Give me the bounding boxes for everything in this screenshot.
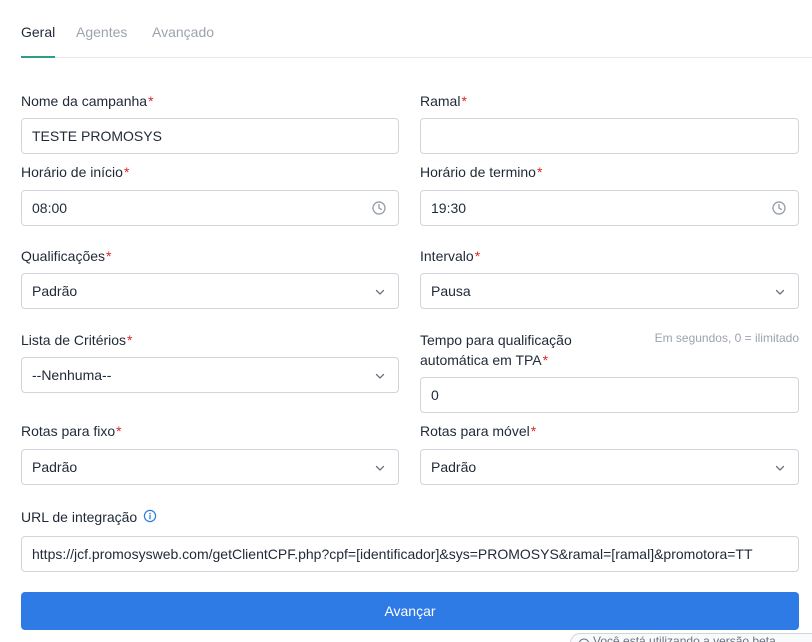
ramal-input[interactable] — [420, 118, 799, 154]
tempo-qualificacao-label: Tempo para qualificação automática em TP… — [420, 332, 572, 368]
horario-termino-input[interactable]: 19:30 — [420, 190, 799, 226]
info-icon[interactable] — [143, 509, 157, 523]
lista-criterios-label: Lista de Critérios* — [21, 332, 133, 348]
url-integracao-value: https://jcf.promosysweb.com/getClientCPF… — [32, 546, 753, 562]
qualificacoes-select[interactable]: Padrão — [21, 273, 399, 309]
required-marker: * — [461, 93, 467, 109]
horario-termino-label: Horário de termino* — [420, 164, 543, 180]
required-marker: * — [123, 164, 130, 180]
version-notice: Você está utilizando a versão beta — [570, 633, 812, 642]
horario-termino-value: 19:30 — [431, 200, 467, 216]
required-marker: * — [148, 93, 154, 109]
horario-inicio-input[interactable]: 08:00 — [21, 190, 399, 226]
required-marker: * — [474, 248, 481, 264]
url-integracao-input[interactable]: https://jcf.promosysweb.com/getClientCPF… — [21, 536, 799, 572]
chevron-down-icon — [775, 289, 785, 295]
tempo-qualificacao-hint: Em segundos, 0 = ilimitado — [654, 331, 799, 345]
tempo-qualificacao-input[interactable]: 0 — [420, 377, 799, 413]
info-icon — [578, 638, 590, 642]
tab-avancado[interactable]: Avançado — [152, 24, 214, 40]
intervalo-label: Intervalo* — [420, 248, 481, 264]
nome-campanha-label: Nome da campanha* — [21, 93, 154, 109]
qualificacoes-label: Qualificações* — [21, 248, 112, 264]
nome-campanha-value: TESTE PROMOSYS — [32, 128, 162, 144]
required-marker: * — [542, 352, 549, 368]
intervalo-value: Pausa — [431, 283, 471, 299]
rotas-movel-label: Rotas para móvel* — [420, 423, 537, 439]
tab-geral[interactable]: Geral — [21, 24, 55, 40]
lista-criterios-select[interactable]: --Nenhuma-- — [21, 357, 399, 393]
horario-inicio-label: Horário de início* — [21, 164, 130, 180]
qualificacoes-value: Padrão — [32, 283, 78, 299]
tab-bar: Geral Agentes Avançado — [21, 0, 812, 58]
active-tab-indicator — [21, 56, 55, 58]
tab-agentes[interactable]: Agentes — [76, 24, 127, 40]
chevron-down-icon — [775, 465, 785, 471]
chevron-down-icon — [375, 289, 385, 295]
nome-campanha-input[interactable]: TESTE PROMOSYS — [21, 118, 399, 154]
required-marker: * — [127, 332, 133, 348]
clock-icon[interactable] — [371, 200, 387, 216]
url-integracao-label: URL de integração — [21, 507, 157, 527]
rotas-fixo-value: Padrão — [32, 459, 78, 475]
rotas-movel-value: Padrão — [431, 459, 477, 475]
rotas-fixo-select[interactable]: Padrão — [21, 449, 399, 485]
required-marker: * — [536, 164, 543, 180]
rotas-movel-select[interactable]: Padrão — [420, 449, 799, 485]
lista-criterios-value: --Nenhuma-- — [32, 367, 112, 383]
avancar-button[interactable]: Avançar — [21, 592, 799, 630]
chevron-down-icon — [375, 465, 385, 471]
required-marker: * — [530, 423, 537, 439]
horario-inicio-value: 08:00 — [32, 200, 68, 216]
intervalo-select[interactable]: Pausa — [420, 273, 799, 309]
ramal-label: Ramal* — [420, 93, 467, 109]
required-marker: * — [116, 423, 122, 439]
clock-icon[interactable] — [771, 200, 787, 216]
chevron-down-icon — [375, 373, 385, 379]
tempo-qualificacao-value: 0 — [431, 387, 439, 403]
rotas-fixo-label: Rotas para fixo* — [21, 423, 122, 439]
required-marker: * — [106, 248, 112, 264]
